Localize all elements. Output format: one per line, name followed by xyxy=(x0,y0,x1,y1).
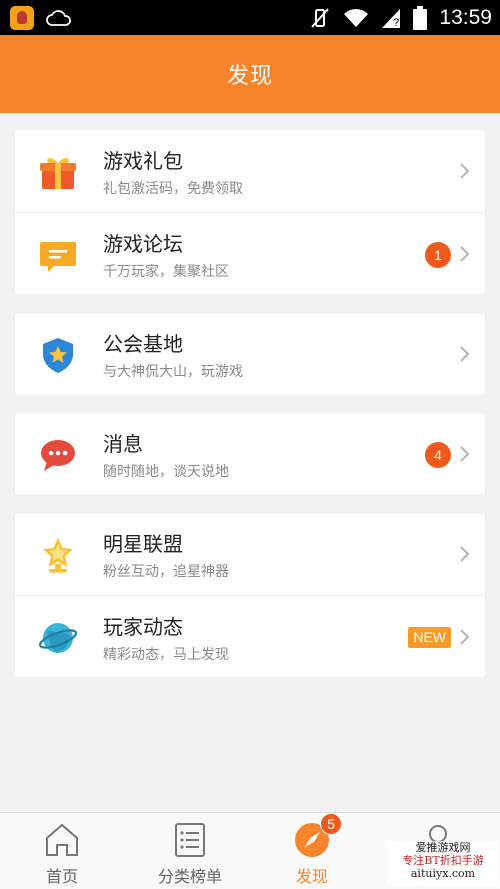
chevron-right-icon xyxy=(460,246,470,262)
app-notification-icon xyxy=(10,6,34,30)
new-tag: NEW xyxy=(408,627,451,648)
card-games: 游戏礼包 礼包激活码，免费领取 游戏论坛 千万玩家，集聚社区 1 xyxy=(15,130,485,294)
chevron-right-icon xyxy=(460,546,470,562)
row-subtitle: 千万玩家，集聚社区 xyxy=(103,264,229,280)
unread-badge: 1 xyxy=(425,242,451,268)
row-player-feed[interactable]: 玩家动态 精彩动态，马上发现 NEW xyxy=(15,595,485,677)
row-title: 消息 xyxy=(103,432,143,456)
tab-discover[interactable]: 发现 5 xyxy=(272,813,352,889)
row-title: 玩家动态 xyxy=(103,615,183,639)
card-community: 明星联盟 粉丝互动，追星神器 玩家动态 精彩动态，马上发现 NEW xyxy=(15,513,485,677)
chevron-right-icon xyxy=(460,446,470,462)
chevron-right-icon xyxy=(460,346,470,362)
tab-badge: 5 xyxy=(320,813,342,835)
chevron-right-icon xyxy=(460,629,470,645)
signal-icon: ? xyxy=(382,9,401,29)
status-bar: ? 13:59 xyxy=(0,0,500,35)
watermark-line: aituiyx.com xyxy=(410,867,476,880)
battery-icon xyxy=(413,6,428,30)
watermark: 爱推游戏网 专注BT折扣手游 aituiyx.com xyxy=(388,841,498,885)
chat-bubble-icon xyxy=(41,440,75,471)
star-trophy-icon xyxy=(43,538,73,573)
row-subtitle: 礼包激活码，免费领取 xyxy=(103,181,243,197)
card-guild: 公会基地 与大神侃大山，玩游戏 xyxy=(15,313,485,395)
row-title: 明星联盟 xyxy=(103,532,183,556)
home-icon xyxy=(46,823,78,856)
status-time: 13:59 xyxy=(439,6,492,29)
cloud-icon xyxy=(46,10,71,26)
svg-text:?: ? xyxy=(393,17,399,29)
page-title: 发现 xyxy=(226,64,273,89)
wifi-icon xyxy=(344,9,369,27)
chevron-right-icon xyxy=(460,163,470,179)
row-subtitle: 精彩动态，马上发现 xyxy=(103,647,229,663)
forum-icon xyxy=(40,242,76,272)
row-subtitle: 粉丝互动，追星神器 xyxy=(103,564,229,580)
gift-icon xyxy=(40,158,76,189)
unread-badge: 4 xyxy=(425,442,451,468)
row-title: 游戏礼包 xyxy=(103,149,183,173)
row-game-forum[interactable]: 游戏论坛 千万玩家，集聚社区 1 xyxy=(15,212,485,294)
row-subtitle: 随时随地，谈天说地 xyxy=(103,464,229,480)
card-messages: 消息 随时随地，谈天说地 4 xyxy=(15,413,485,495)
header-bar: 发现 xyxy=(0,35,500,113)
guild-shield-icon xyxy=(43,338,73,373)
tab-label: 首页 xyxy=(45,867,78,886)
row-title: 公会基地 xyxy=(103,332,183,356)
watermark-line: 专注BT折扣手游 xyxy=(402,854,484,867)
tab-label: 分类榜单 xyxy=(157,867,222,886)
tab-label: 发现 xyxy=(295,867,328,886)
row-messages[interactable]: 消息 随时随地，谈天说地 4 xyxy=(15,413,485,495)
tab-home[interactable]: 首页 xyxy=(22,813,102,889)
row-game-gift[interactable]: 游戏礼包 礼包激活码，免费领取 xyxy=(15,130,485,212)
planet-icon xyxy=(39,623,77,653)
list-icon xyxy=(175,823,205,857)
row-guild-base[interactable]: 公会基地 与大神侃大山，玩游戏 xyxy=(15,313,485,395)
row-subtitle: 与大神侃大山，玩游戏 xyxy=(103,364,243,380)
row-star-league[interactable]: 明星联盟 粉丝互动，追星神器 xyxy=(15,513,485,595)
watermark-line: 爱推游戏网 xyxy=(415,841,471,854)
tab-rankings[interactable]: 分类榜单 xyxy=(145,813,235,889)
vibrate-off-icon xyxy=(311,8,330,28)
row-title: 游戏论坛 xyxy=(103,232,183,256)
